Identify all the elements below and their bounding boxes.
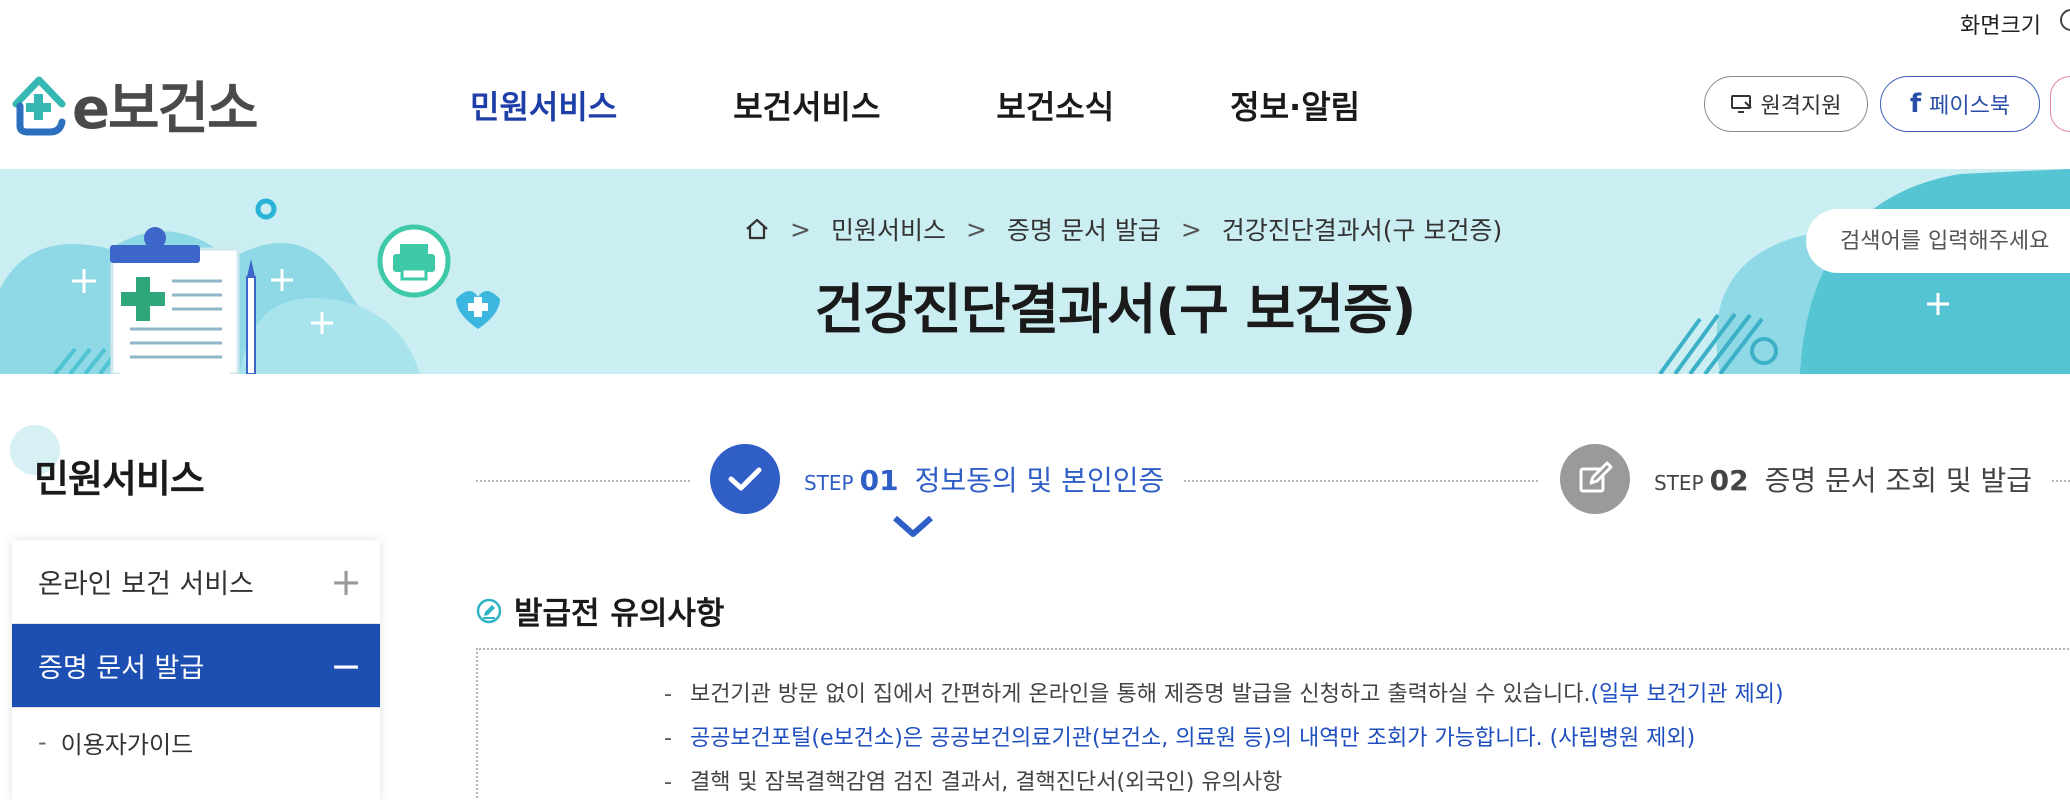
site-logo[interactable]: e보건소	[10, 64, 259, 145]
remote-support-label: 원격지원	[1760, 94, 1842, 119]
notice-text: 공공보건포털(e보건소)은 공공보건의료기관(보건소, 의료원 등)의 내역만 …	[689, 726, 1696, 751]
bullet-dash: -	[664, 770, 672, 795]
notice-section-title: 발급전 유의사항	[476, 588, 724, 633]
remote-support-button[interactable]: 원격지원	[1704, 76, 1868, 132]
health-house-icon	[12, 76, 66, 135]
notice-highlight: (일부 보건기관 제외)	[1590, 682, 1784, 707]
breadcrumb-level2[interactable]: 증명 문서 발급	[1007, 211, 1161, 247]
gnb-info-notice[interactable]: 정보·알림	[1230, 82, 1360, 128]
chevron-down-icon	[893, 515, 933, 542]
notice-title: 발급전 유의사항	[514, 596, 725, 632]
zoom-icon[interactable]	[2060, 9, 2070, 31]
gnb-health-service[interactable]: 보건서비스	[733, 82, 880, 128]
side-navigation: 온라인 보건 서비스 + 증명 문서 발급 − - 이용자가이드	[12, 540, 380, 800]
zoom-label[interactable]: 화면크기	[1960, 8, 2041, 40]
check-icon	[710, 444, 780, 514]
step-2: STEP 02 증명 문서 조회 및 발급	[1540, 444, 2053, 514]
home-icon[interactable]	[744, 217, 770, 241]
facebook-button[interactable]: f 페이스북	[1880, 76, 2040, 132]
main-navigation: 민원서비스 보건서비스 보건소식 정보·알림	[470, 82, 1476, 128]
gnb-health-news[interactable]: 보건소식	[996, 82, 1114, 128]
search-input[interactable]	[1806, 209, 2070, 273]
chevron-right-icon: >	[1180, 214, 1202, 244]
page-title: 건강진단결과서(구 보건증)	[814, 278, 1417, 341]
logo-text: e보건소	[72, 77, 259, 142]
plus-icon[interactable]: +	[330, 560, 362, 604]
breadcrumb-level3[interactable]: 건강진단결과서(구 보건증)	[1222, 211, 1502, 247]
site-header: e보건소 민원서비스 보건서비스 보건소식 정보·알림 원격지원 f 페이스북	[0, 44, 2070, 169]
list-item: - 결핵 및 잠복결핵감염 검진 결과서, 결핵진단서(외국인) 유의사항	[664, 772, 1784, 800]
page-banner: > 민원서비스 > 증명 문서 발급 > 건강진단결과서(구 보건증) 건강진단…	[0, 169, 2070, 374]
share-button-partial[interactable]	[2050, 76, 2070, 132]
step-number: 02	[1709, 464, 1749, 497]
pencil-icon	[476, 598, 502, 624]
lnb-item-certificate[interactable]: 증명 문서 발급 −	[12, 624, 380, 708]
notice-list: - 보건기관 방문 없이 집에서 간편하게 온라인을 통해 제증명 발급을 신청…	[664, 684, 1784, 800]
lnb-sub-item-label: 이용자가이드	[60, 730, 194, 759]
step-label: 정보동의 및 본인인증	[914, 464, 1165, 497]
breadcrumb: > 민원서비스 > 증명 문서 발급 > 건강진단결과서(구 보건증)	[744, 211, 1502, 247]
chevron-right-icon: >	[790, 214, 811, 244]
step-1: STEP 01 정보동의 및 본인인증	[690, 444, 1185, 514]
step-label: 증명 문서 조회 및 발급	[1764, 464, 2033, 497]
list-item: - 보건기관 방문 없이 집에서 간편하게 온라인을 통해 제증명 발급을 신청…	[664, 684, 1784, 728]
list-item: - 공공보건포털(e보건소)은 공공보건의료기관(보건소, 의료원 등)의 내역…	[664, 728, 1784, 772]
bullet-dash: -	[38, 728, 47, 756]
notice-text: 결핵 및 잠복결핵감염 검진 결과서, 결핵진단서(외국인) 유의사항	[689, 770, 1283, 795]
lnb-item-online-health[interactable]: 온라인 보건 서비스 +	[12, 540, 380, 624]
bullet-dash: -	[664, 726, 672, 751]
chevron-right-icon: >	[965, 214, 987, 244]
edit-icon	[1560, 444, 1630, 514]
lnb-item-label: 증명 문서 발급	[38, 653, 205, 684]
lnb-title: 민원서비스	[34, 457, 205, 501]
step-prefix: STEP	[804, 471, 854, 495]
minus-icon[interactable]: −	[330, 644, 362, 688]
lnb-sub-item-user-guide[interactable]: - 이용자가이드	[38, 722, 354, 762]
lnb-item-label: 온라인 보건 서비스	[38, 569, 254, 600]
step-prefix: STEP	[1654, 471, 1704, 495]
facebook-label: 페이스북	[1929, 94, 2011, 119]
gnb-civil-service[interactable]: 민원서비스	[470, 82, 617, 128]
breadcrumb-level1[interactable]: 민원서비스	[831, 211, 946, 247]
utility-bar: 화면크기	[0, 0, 2070, 44]
bullet-dash: -	[664, 682, 672, 707]
facebook-icon: f	[1909, 89, 1922, 119]
monitor-icon	[1730, 94, 1753, 114]
step-number: 01	[859, 464, 899, 497]
lnb-submenu: - 이용자가이드	[12, 708, 380, 776]
notice-text: 보건기관 방문 없이 집에서 간편하게 온라인을 통해 제증명 발급을 신청하고…	[689, 682, 1591, 707]
